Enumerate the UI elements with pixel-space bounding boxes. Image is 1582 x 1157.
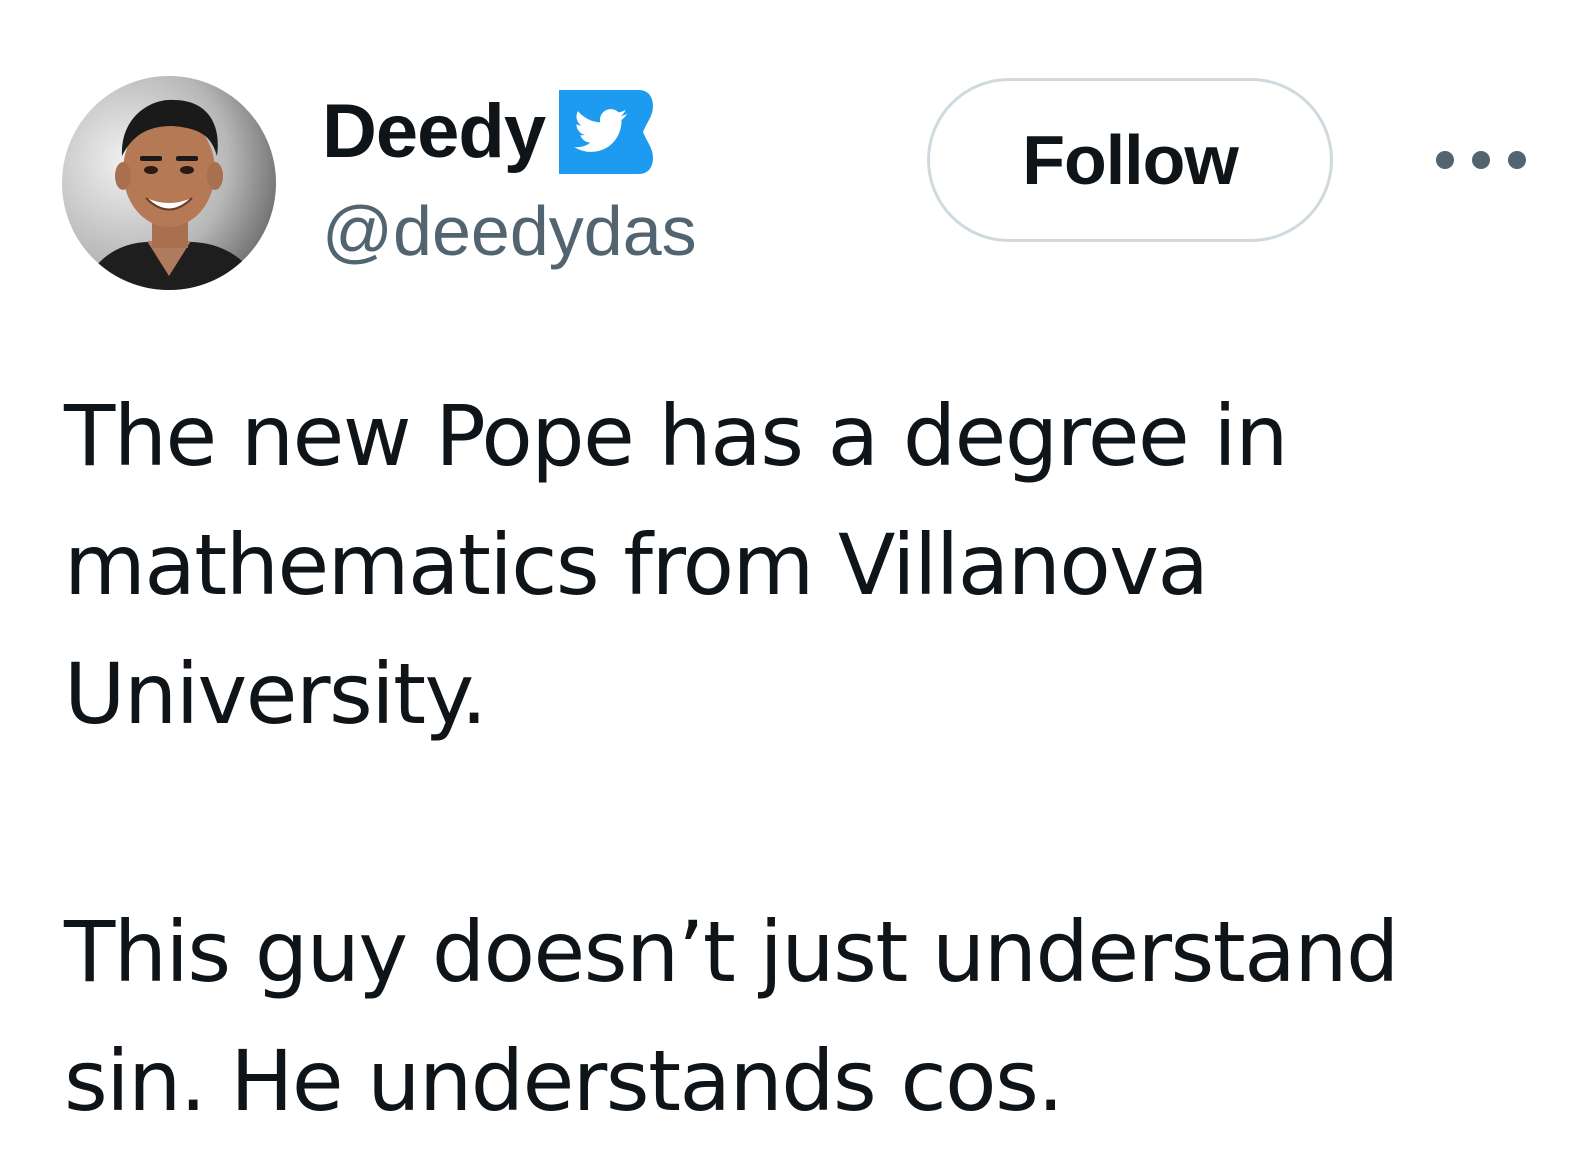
follow-button[interactable]: Follow [927, 78, 1333, 242]
profile-photo [62, 76, 276, 290]
tweet-text-line: The new Pope has a degree in [64, 387, 1289, 485]
more-options-button[interactable] [1436, 140, 1526, 180]
more-horizontal-icon [1472, 151, 1490, 169]
avatar[interactable] [62, 76, 276, 290]
tweet-text-line: This guy doesn’t just understand [64, 903, 1399, 1001]
tweet-text-line: University. [64, 645, 487, 743]
more-horizontal-icon [1508, 151, 1526, 169]
author-name-row[interactable]: Deedy [322, 86, 654, 178]
tweet-text: The new Pope has a degree in mathematics… [64, 372, 1564, 1146]
twitter-bird-verified-icon [559, 90, 654, 174]
tweet-text-line: sin. He understands cos. [64, 1032, 1064, 1130]
author-handle[interactable]: @deedydas [322, 196, 697, 266]
display-name[interactable]: Deedy [322, 94, 546, 170]
more-horizontal-icon [1436, 151, 1454, 169]
tweet-text-line: mathematics from Villanova [64, 516, 1209, 614]
